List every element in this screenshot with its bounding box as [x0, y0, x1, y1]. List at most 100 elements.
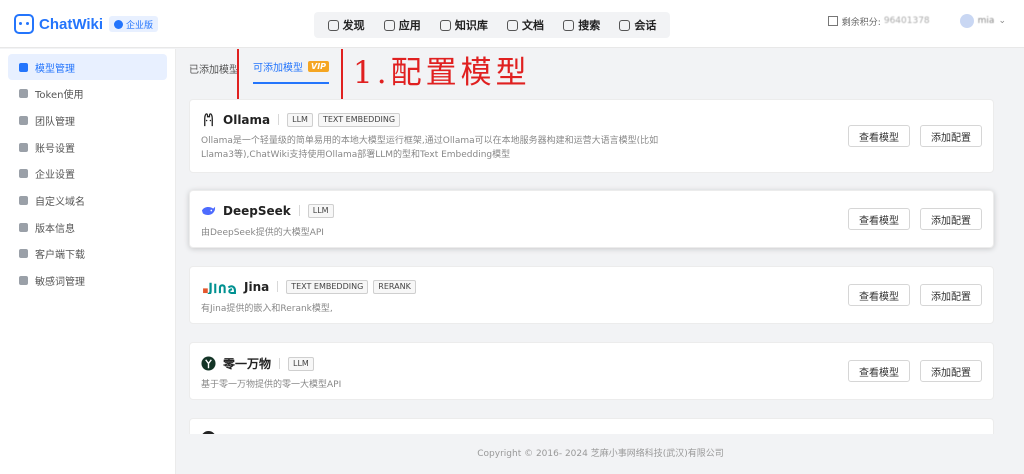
- token-icon: [19, 89, 28, 99]
- username[interactable]: mia: [978, 16, 995, 26]
- model-description: 有Jina提供的嵌入和Rerank模型,: [201, 304, 333, 314]
- chat-icon: [619, 19, 631, 31]
- model-description: 基于零一万物提供的零一大模型API: [201, 380, 342, 390]
- nav-knowledge-base[interactable]: 知识库: [439, 17, 488, 33]
- sidebar-item-team[interactable]: 团队管理: [8, 107, 167, 133]
- add-config-button[interactable]: 添加配置: [920, 360, 982, 382]
- divider: [279, 358, 281, 369]
- sidebar-item-model-management[interactable]: 模型管理: [8, 54, 167, 80]
- search-icon: [563, 19, 575, 31]
- model-tag: TEXT EMBEDDING: [286, 279, 369, 294]
- card-header: Jina TEXT EMBEDDING RERANK: [201, 279, 421, 294]
- sidebar: 模型管理 Token使用 团队管理 账号设置 企业设置 自定义域名 版本信息 客…: [0, 49, 176, 474]
- gear-icon: [19, 142, 28, 152]
- ollama-icon: [204, 113, 213, 127]
- nav-apps[interactable]: 应用: [383, 17, 421, 33]
- model-tag: RERANK: [373, 279, 416, 294]
- version-icon: [19, 222, 28, 232]
- divider: [298, 205, 300, 216]
- points-value: 96401378: [883, 16, 930, 26]
- nav-label: 文档: [522, 19, 545, 32]
- discover-icon: [327, 19, 339, 31]
- nav-label: 会话: [634, 19, 657, 32]
- grid-icon: [19, 62, 28, 72]
- sidebar-item-sensitive-words[interactable]: 敏感词管理: [8, 268, 167, 294]
- top-header: ChatWiki 企业版 发现 应用 知识库 文档 搜索 会话 剩余积分: 96…: [0, 0, 1024, 48]
- model-card-jina: Jina TEXT EMBEDDING RERANK 有Jina提供的嵌入和Re…: [189, 266, 994, 324]
- view-model-button[interactable]: 查看模型: [848, 125, 910, 147]
- points-icon: [827, 16, 838, 26]
- sidebar-item-label: 敏感词管理: [35, 277, 85, 288]
- app-name: ChatWiki: [39, 15, 104, 33]
- sidebar-item-label: 团队管理: [35, 116, 75, 128]
- nav-discover[interactable]: 发现: [327, 17, 365, 33]
- model-name: Jina: [244, 279, 270, 294]
- model-card-ollama: Ollama LLM TEXT EMBEDDING Ollama是一个轻量级的简…: [189, 99, 994, 173]
- chevron-down-icon[interactable]: ⌄: [998, 16, 1006, 26]
- sidebar-item-label: 客户端下载: [35, 250, 85, 262]
- add-config-button[interactable]: 添加配置: [920, 208, 982, 230]
- model-card-partial: [189, 418, 994, 434]
- sidebar-item-client-download[interactable]: 客户端下载: [8, 241, 167, 267]
- add-config-button[interactable]: 添加配置: [920, 284, 982, 306]
- model-description: Ollama是一个轻量级的简单易用的本地大模型运行框架,通过Ollama可以在本…: [201, 136, 659, 160]
- nav-label: 搜索: [578, 19, 601, 32]
- nav-label: 应用: [398, 19, 421, 32]
- edition-badge: 企业版: [109, 16, 159, 32]
- tab-added-models[interactable]: 已添加模型: [189, 61, 239, 84]
- document-icon: [507, 19, 519, 31]
- sidebar-item-label: 版本信息: [35, 223, 75, 235]
- sidebar-item-label: 模型管理: [35, 63, 75, 75]
- main-content: 已添加模型 可添加模型 VIP 1.配置模型 Ollama LLM TEXT EM…: [177, 49, 1024, 434]
- model-name: DeepSeek: [223, 203, 291, 218]
- shield-icon: [19, 115, 28, 125]
- pin-icon: [19, 195, 28, 205]
- model-card-deepseek: DeepSeek LLM 由DeepSeek提供的大模型API 查看模型 添加配…: [189, 190, 994, 248]
- nav-chat[interactable]: 会话: [619, 17, 656, 33]
- divider: [277, 281, 279, 292]
- model-tag: LLM: [288, 356, 314, 371]
- sidebar-item-version[interactable]: 版本信息: [8, 214, 167, 240]
- model-tag: LLM: [307, 203, 334, 218]
- sidebar-item-token-usage[interactable]: Token使用: [8, 81, 167, 107]
- card-header: DeepSeek LLM: [201, 203, 339, 218]
- filter-icon: [19, 276, 28, 285]
- view-model-button[interactable]: 查看模型: [848, 208, 910, 230]
- chatwiki-logo-icon: [14, 14, 34, 34]
- view-model-button[interactable]: 查看模型: [848, 284, 910, 306]
- sidebar-item-enterprise[interactable]: 企业设置: [8, 161, 167, 187]
- view-model-button[interactable]: 查看模型: [848, 360, 910, 382]
- add-config-button[interactable]: 添加配置: [920, 125, 982, 147]
- sidebar-item-label: 自定义域名: [35, 196, 85, 208]
- footer-copyright: Copyright © 2016- 2024 芝麻小事网络科技(武汉)有限公司: [477, 449, 724, 459]
- divider: [278, 114, 280, 125]
- model-tag: LLM: [287, 112, 313, 127]
- nav-documents[interactable]: 文档: [507, 17, 544, 33]
- card-header: Ollama LLM TEXT EMBEDDING: [201, 112, 405, 127]
- model-description: 由DeepSeek提供的大模型API: [201, 228, 324, 238]
- model-tag: TEXT EMBEDDING: [317, 112, 401, 127]
- sidebar-item-account[interactable]: 账号设置: [8, 134, 167, 160]
- annotation-text: 1.配置模型: [353, 55, 531, 91]
- edition-label: 企业版: [126, 20, 154, 31]
- sidebar-item-label: 账号设置: [35, 143, 75, 155]
- model-card-lingyi: 零一万物 LLM 基于零一万物提供的零一大模型API 查看模型 添加配置: [189, 342, 994, 400]
- robot-icon: [383, 19, 395, 31]
- edition-icon: [114, 19, 124, 29]
- nav-label: 发现: [342, 19, 365, 32]
- nav-search[interactable]: 搜索: [563, 17, 600, 33]
- avatar[interactable]: [959, 14, 974, 28]
- header-right: 剩余积分: 96401378 mia ⌄: [827, 14, 1006, 28]
- nav-label: 知识库: [454, 19, 488, 32]
- monitor-icon: [19, 249, 28, 259]
- model-name: 零一万物: [223, 357, 272, 371]
- book-icon: [439, 19, 451, 31]
- jina-logo-icon: [203, 282, 236, 294]
- building-icon: [19, 169, 28, 179]
- annotation-highlight-box: [237, 49, 343, 101]
- sidebar-item-custom-domain[interactable]: 自定义域名: [8, 187, 167, 213]
- deepseek-whale-icon: [201, 206, 216, 215]
- points-label: 剩余积分:: [841, 17, 881, 28]
- sidebar-item-label: Token使用: [35, 90, 84, 102]
- app-logo[interactable]: ChatWiki 企业版: [14, 14, 159, 34]
